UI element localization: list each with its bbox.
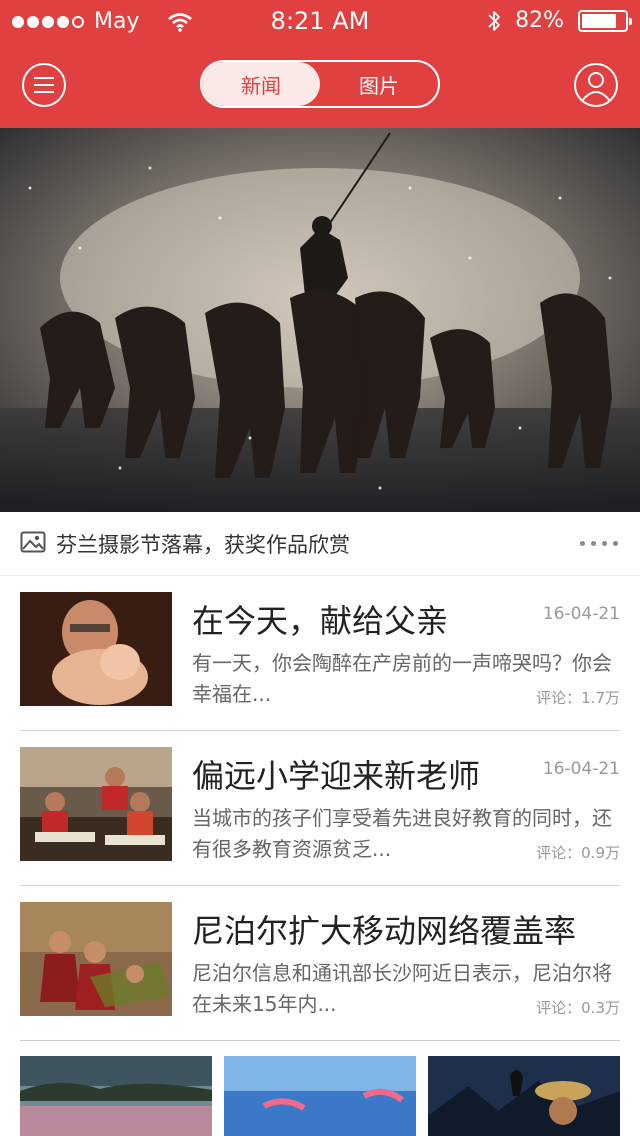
image-icon bbox=[20, 531, 46, 553]
news-thumbnail bbox=[20, 592, 172, 706]
news-title: 尼泊尔扩大移动网络覆盖率 bbox=[192, 912, 577, 950]
news-comment-count: 评论：0.3万 bbox=[536, 999, 620, 1017]
app-header: May 8:21 AM 82% 新闻 图片 bbox=[0, 0, 640, 128]
profile-button[interactable] bbox=[574, 63, 618, 107]
bluetooth-icon bbox=[488, 10, 500, 31]
news-date: 16-04-21 bbox=[542, 759, 620, 779]
menu-icon-line bbox=[34, 77, 54, 79]
news-title: 偏远小学迎来新老师 bbox=[192, 757, 481, 795]
tab-pictures[interactable]: 图片 bbox=[320, 62, 438, 106]
menu-button[interactable] bbox=[22, 63, 66, 107]
battery-percent: 82% bbox=[515, 8, 564, 33]
user-icon bbox=[581, 72, 611, 102]
horses-in-snow-photo bbox=[0, 128, 640, 512]
menu-icon-line bbox=[34, 91, 54, 93]
news-title: 在今天，献给父亲 bbox=[192, 602, 449, 640]
featured-caption-bar[interactable]: 芬兰摄影节落幕，获奖作品欣赏 bbox=[0, 512, 640, 576]
news-thumbnail bbox=[20, 902, 172, 1016]
tab-news[interactable]: 新闻 bbox=[202, 62, 320, 106]
news-item[interactable]: 在今天，献给父亲 16-04-21 有一天，你会陶醉在产房前的一声啼哭吗？你会幸… bbox=[20, 576, 620, 731]
tab-switcher: 新闻 图片 bbox=[200, 60, 440, 108]
battery-fill bbox=[582, 13, 616, 28]
flamingos-flying-photo bbox=[224, 1056, 416, 1136]
status-bar: May 8:21 AM 82% bbox=[0, 0, 640, 40]
flamingo-lake-photo bbox=[20, 1056, 212, 1136]
news-item[interactable]: 尼泊尔扩大移动网络覆盖率 尼泊尔信息和通讯部长沙阿近日表示，尼泊尔将在未来15年… bbox=[20, 886, 620, 1041]
gallery-thumbnail[interactable] bbox=[224, 1056, 416, 1136]
classroom-children-photo bbox=[20, 747, 172, 861]
young-monks-photo bbox=[20, 902, 172, 1016]
featured-caption: 芬兰摄影节落幕，获奖作品欣赏 bbox=[56, 533, 350, 557]
menu-icon-line bbox=[34, 84, 54, 86]
photo-gallery-strip bbox=[0, 1056, 640, 1136]
news-comment-count: 评论：1.7万 bbox=[536, 689, 620, 707]
news-item[interactable]: 偏远小学迎来新老师 16-04-21 当城市的孩子们享受着先进良好教育的同时，还… bbox=[20, 731, 620, 886]
news-comment-count: 评论：0.9万 bbox=[536, 844, 620, 862]
status-right: 82% bbox=[487, 8, 632, 33]
gallery-thumbnail[interactable] bbox=[428, 1056, 620, 1136]
father-and-baby-photo bbox=[20, 592, 172, 706]
cormorant-fisherman-photo bbox=[428, 1056, 620, 1136]
news-thumbnail bbox=[20, 747, 172, 861]
featured-photo[interactable] bbox=[0, 128, 640, 512]
news-date: 16-04-21 bbox=[542, 604, 620, 624]
battery-icon bbox=[578, 9, 632, 32]
gallery-thumbnail[interactable] bbox=[20, 1056, 212, 1136]
more-dots-icon[interactable] bbox=[580, 541, 618, 546]
